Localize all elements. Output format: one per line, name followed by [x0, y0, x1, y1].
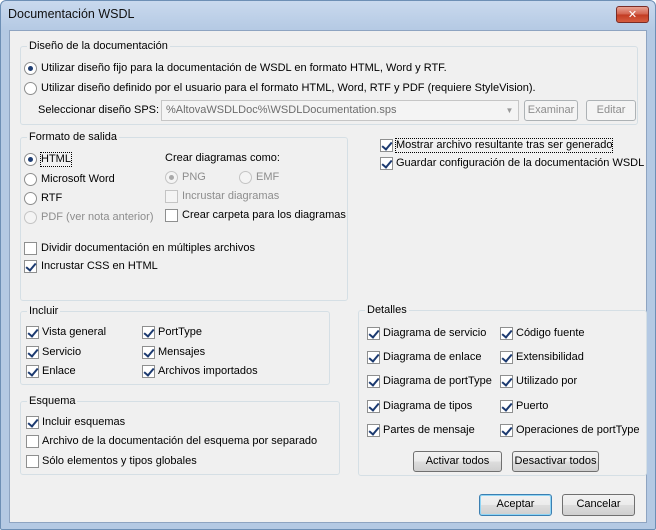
details-legend: Detalles	[367, 304, 407, 316]
embed-diagrams-checkbox[interactable]	[165, 190, 178, 203]
diagram-emf-radio[interactable]	[239, 171, 252, 184]
detail-types-diagram-checkbox[interactable]	[367, 400, 380, 413]
detail-source-code-checkbox[interactable]	[500, 327, 513, 340]
embed-diagrams-label[interactable]: Incrustar diagramas	[182, 190, 279, 203]
activate-all-button[interactable]: Activar todos	[413, 451, 502, 472]
embed-css-checkbox[interactable]	[24, 260, 37, 273]
format-html-label[interactable]: HTML	[40, 152, 72, 167]
format-pdf-label[interactable]: PDF (ver nota anterior)	[41, 211, 153, 224]
dialog-window: Documentación WSDL ✕ Diseño de la docume…	[0, 0, 656, 530]
include-service-label[interactable]: Servicio	[42, 346, 81, 359]
detail-extensibility-checkbox[interactable]	[500, 351, 513, 364]
include-porttype-label[interactable]: PortType	[158, 326, 202, 339]
include-binding-checkbox[interactable]	[26, 365, 39, 378]
detail-port-label[interactable]: Puerto	[516, 400, 548, 413]
schema-separate-file-label[interactable]: Archivo de la documentación del esquema …	[42, 435, 317, 448]
save-config-label[interactable]: Guardar configuración de la documentació…	[396, 157, 644, 170]
save-config-checkbox[interactable]	[380, 157, 393, 170]
sps-combobox[interactable]: %AltovaWSDLDoc%\WSDLDocumentation.sps ▼	[161, 100, 519, 121]
detail-porttype-operations-label[interactable]: Operaciones de portType	[516, 424, 640, 437]
include-binding-label[interactable]: Enlace	[42, 365, 76, 378]
design-legend: Diseño de la documentación	[29, 40, 168, 52]
detail-binding-diagram-label[interactable]: Diagrama de enlace	[383, 351, 481, 364]
title-bar[interactable]: Documentación WSDL ✕	[1, 1, 655, 29]
include-messages-label[interactable]: Mensajes	[158, 346, 205, 359]
detail-service-diagram-label[interactable]: Diagrama de servicio	[383, 327, 486, 340]
format-html-radio[interactable]	[24, 153, 37, 166]
show-result-checkbox[interactable]	[380, 139, 393, 152]
format-word-label[interactable]: Microsoft Word	[41, 173, 115, 186]
ok-button[interactable]: Aceptar	[479, 494, 552, 516]
close-button[interactable]: ✕	[616, 6, 649, 23]
embed-css-label[interactable]: Incrustar CSS en HTML	[41, 260, 158, 273]
deactivate-all-button[interactable]: Desactivar todos	[512, 451, 599, 472]
detail-extensibility-label[interactable]: Extensibilidad	[516, 351, 584, 364]
diagram-png-radio[interactable]	[165, 171, 178, 184]
include-overview-checkbox[interactable]	[26, 326, 39, 339]
detail-service-diagram-checkbox[interactable]	[367, 327, 380, 340]
detail-port-checkbox[interactable]	[500, 400, 513, 413]
chevron-down-icon[interactable]: ▼	[501, 101, 518, 120]
detail-source-code-label[interactable]: Código fuente	[516, 327, 585, 340]
create-folder-checkbox[interactable]	[165, 209, 178, 222]
output-format-legend: Formato de salida	[29, 131, 118, 143]
format-rtf-label[interactable]: RTF	[41, 192, 62, 205]
create-folder-label[interactable]: Crear carpeta para los diagramas	[182, 209, 346, 222]
detail-message-parts-checkbox[interactable]	[367, 424, 380, 437]
design-user-label[interactable]: Utilizar diseño definido por el usuario …	[41, 82, 536, 95]
include-imported-label[interactable]: Archivos importados	[158, 365, 258, 378]
include-messages-checkbox[interactable]	[142, 346, 155, 359]
window-title: Documentación WSDL	[8, 7, 135, 21]
detail-binding-diagram-checkbox[interactable]	[367, 351, 380, 364]
split-docs-checkbox[interactable]	[24, 242, 37, 255]
include-overview-label[interactable]: Vista general	[42, 326, 106, 339]
format-pdf-radio[interactable]	[24, 211, 37, 224]
design-fixed-radio[interactable]	[24, 62, 37, 75]
include-porttype-checkbox[interactable]	[142, 326, 155, 339]
diagram-emf-label[interactable]: EMF	[256, 171, 279, 184]
format-word-radio[interactable]	[24, 173, 37, 186]
browse-button[interactable]: Examinar	[524, 100, 578, 121]
detail-message-parts-label[interactable]: Partes de mensaje	[383, 424, 475, 437]
cancel-button[interactable]: Cancelar	[562, 494, 635, 516]
detail-types-diagram-label[interactable]: Diagrama de tipos	[383, 400, 472, 413]
detail-porttype-diagram-checkbox[interactable]	[367, 375, 380, 388]
schema-global-only-label[interactable]: Sólo elementos y tipos globales	[42, 455, 197, 468]
design-user-radio[interactable]	[24, 82, 37, 95]
include-schemas-label[interactable]: Incluir esquemas	[42, 416, 125, 429]
detail-used-by-checkbox[interactable]	[500, 375, 513, 388]
include-schemas-checkbox[interactable]	[26, 416, 39, 429]
sps-label: Seleccionar diseño SPS:	[38, 104, 160, 116]
show-result-label[interactable]: Mostrar archivo resultante tras ser gene…	[394, 138, 614, 153]
sps-value: %AltovaWSDLDoc%\WSDLDocumentation.sps	[166, 104, 397, 116]
split-docs-label[interactable]: Dividir documentación en múltiples archi…	[41, 242, 255, 255]
include-legend: Incluir	[29, 305, 59, 317]
schema-global-only-checkbox[interactable]	[26, 455, 39, 468]
dialog-client-area: Diseño de la documentación Utilizar dise…	[9, 30, 647, 523]
schema-legend: Esquema	[29, 395, 76, 407]
detail-porttype-diagram-label[interactable]: Diagrama de portType	[383, 375, 492, 388]
design-fixed-label[interactable]: Utilizar diseño fijo para la documentaci…	[41, 62, 447, 75]
diagrams-title: Crear diagramas como:	[165, 152, 280, 164]
detail-porttype-operations-checkbox[interactable]	[500, 424, 513, 437]
schema-separate-file-checkbox[interactable]	[26, 435, 39, 448]
diagram-png-label[interactable]: PNG	[182, 171, 206, 184]
edit-button[interactable]: Editar	[586, 100, 636, 121]
include-imported-checkbox[interactable]	[142, 365, 155, 378]
include-service-checkbox[interactable]	[26, 346, 39, 359]
detail-used-by-label[interactable]: Utilizado por	[516, 375, 577, 388]
format-rtf-radio[interactable]	[24, 192, 37, 205]
